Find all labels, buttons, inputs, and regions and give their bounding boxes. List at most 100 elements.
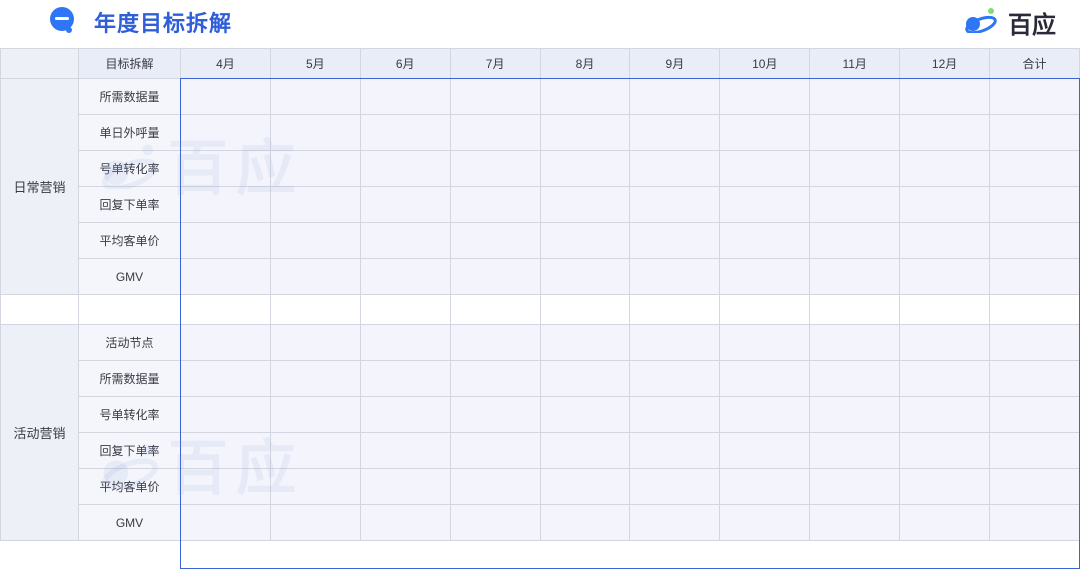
data-cell[interactable] [450, 361, 540, 397]
data-cell[interactable] [630, 115, 720, 151]
data-cell[interactable] [360, 433, 450, 469]
data-cell[interactable] [181, 187, 271, 223]
data-cell[interactable] [270, 223, 360, 259]
data-cell[interactable] [720, 115, 810, 151]
data-cell[interactable] [720, 223, 810, 259]
data-cell[interactable] [450, 433, 540, 469]
data-cell[interactable] [181, 469, 271, 505]
data-cell[interactable] [450, 505, 540, 541]
data-cell[interactable] [270, 115, 360, 151]
data-cell[interactable] [900, 505, 990, 541]
data-cell[interactable] [270, 397, 360, 433]
data-cell[interactable] [810, 433, 900, 469]
data-cell[interactable] [450, 223, 540, 259]
data-cell[interactable] [181, 79, 271, 115]
data-cell[interactable] [181, 259, 271, 295]
data-cell[interactable] [990, 187, 1080, 223]
data-cell[interactable] [540, 151, 630, 187]
data-cell[interactable] [450, 115, 540, 151]
data-cell[interactable] [990, 505, 1080, 541]
data-cell[interactable] [360, 325, 450, 361]
data-cell[interactable] [720, 361, 810, 397]
data-cell[interactable] [990, 469, 1080, 505]
data-cell[interactable] [360, 187, 450, 223]
data-cell[interactable] [540, 325, 630, 361]
data-cell[interactable] [360, 469, 450, 505]
data-cell[interactable] [270, 79, 360, 115]
data-cell[interactable] [450, 187, 540, 223]
data-cell[interactable] [990, 397, 1080, 433]
data-cell[interactable] [810, 187, 900, 223]
data-cell[interactable] [990, 151, 1080, 187]
data-cell[interactable] [810, 469, 900, 505]
data-cell[interactable] [900, 259, 990, 295]
data-cell[interactable] [540, 115, 630, 151]
data-cell[interactable] [720, 79, 810, 115]
data-cell[interactable] [990, 259, 1080, 295]
data-cell[interactable] [990, 223, 1080, 259]
data-cell[interactable] [181, 325, 271, 361]
data-cell[interactable] [810, 151, 900, 187]
data-cell[interactable] [540, 187, 630, 223]
data-cell[interactable] [270, 361, 360, 397]
data-cell[interactable] [540, 469, 630, 505]
data-cell[interactable] [720, 505, 810, 541]
data-cell[interactable] [720, 187, 810, 223]
data-cell[interactable] [540, 397, 630, 433]
data-cell[interactable] [900, 223, 990, 259]
data-cell[interactable] [990, 79, 1080, 115]
data-cell[interactable] [540, 361, 630, 397]
data-cell[interactable] [360, 361, 450, 397]
data-cell[interactable] [810, 115, 900, 151]
data-cell[interactable] [630, 79, 720, 115]
data-cell[interactable] [270, 259, 360, 295]
data-cell[interactable] [270, 433, 360, 469]
data-cell[interactable] [810, 325, 900, 361]
data-cell[interactable] [720, 259, 810, 295]
data-cell[interactable] [450, 325, 540, 361]
data-cell[interactable] [900, 115, 990, 151]
data-cell[interactable] [270, 469, 360, 505]
data-cell[interactable] [630, 151, 720, 187]
data-cell[interactable] [720, 325, 810, 361]
data-cell[interactable] [270, 187, 360, 223]
data-cell[interactable] [900, 397, 990, 433]
data-cell[interactable] [360, 259, 450, 295]
data-cell[interactable] [630, 223, 720, 259]
data-cell[interactable] [810, 79, 900, 115]
data-cell[interactable] [630, 433, 720, 469]
data-cell[interactable] [450, 79, 540, 115]
data-cell[interactable] [630, 325, 720, 361]
data-cell[interactable] [360, 79, 450, 115]
data-cell[interactable] [900, 361, 990, 397]
data-cell[interactable] [900, 433, 990, 469]
data-cell[interactable] [181, 151, 271, 187]
data-cell[interactable] [181, 505, 271, 541]
data-cell[interactable] [360, 397, 450, 433]
data-cell[interactable] [270, 505, 360, 541]
data-cell[interactable] [720, 397, 810, 433]
data-cell[interactable] [270, 325, 360, 361]
data-cell[interactable] [810, 361, 900, 397]
data-cell[interactable] [630, 505, 720, 541]
data-cell[interactable] [630, 361, 720, 397]
data-cell[interactable] [450, 397, 540, 433]
data-cell[interactable] [540, 505, 630, 541]
data-cell[interactable] [360, 505, 450, 541]
data-cell[interactable] [181, 361, 271, 397]
data-cell[interactable] [900, 79, 990, 115]
data-cell[interactable] [990, 433, 1080, 469]
data-cell[interactable] [360, 115, 450, 151]
data-cell[interactable] [990, 325, 1080, 361]
data-cell[interactable] [450, 151, 540, 187]
data-cell[interactable] [720, 433, 810, 469]
data-cell[interactable] [810, 223, 900, 259]
data-cell[interactable] [360, 151, 450, 187]
data-cell[interactable] [720, 469, 810, 505]
data-cell[interactable] [720, 151, 810, 187]
data-cell[interactable] [810, 259, 900, 295]
data-cell[interactable] [900, 469, 990, 505]
data-cell[interactable] [181, 433, 271, 469]
data-cell[interactable] [540, 223, 630, 259]
data-cell[interactable] [990, 115, 1080, 151]
